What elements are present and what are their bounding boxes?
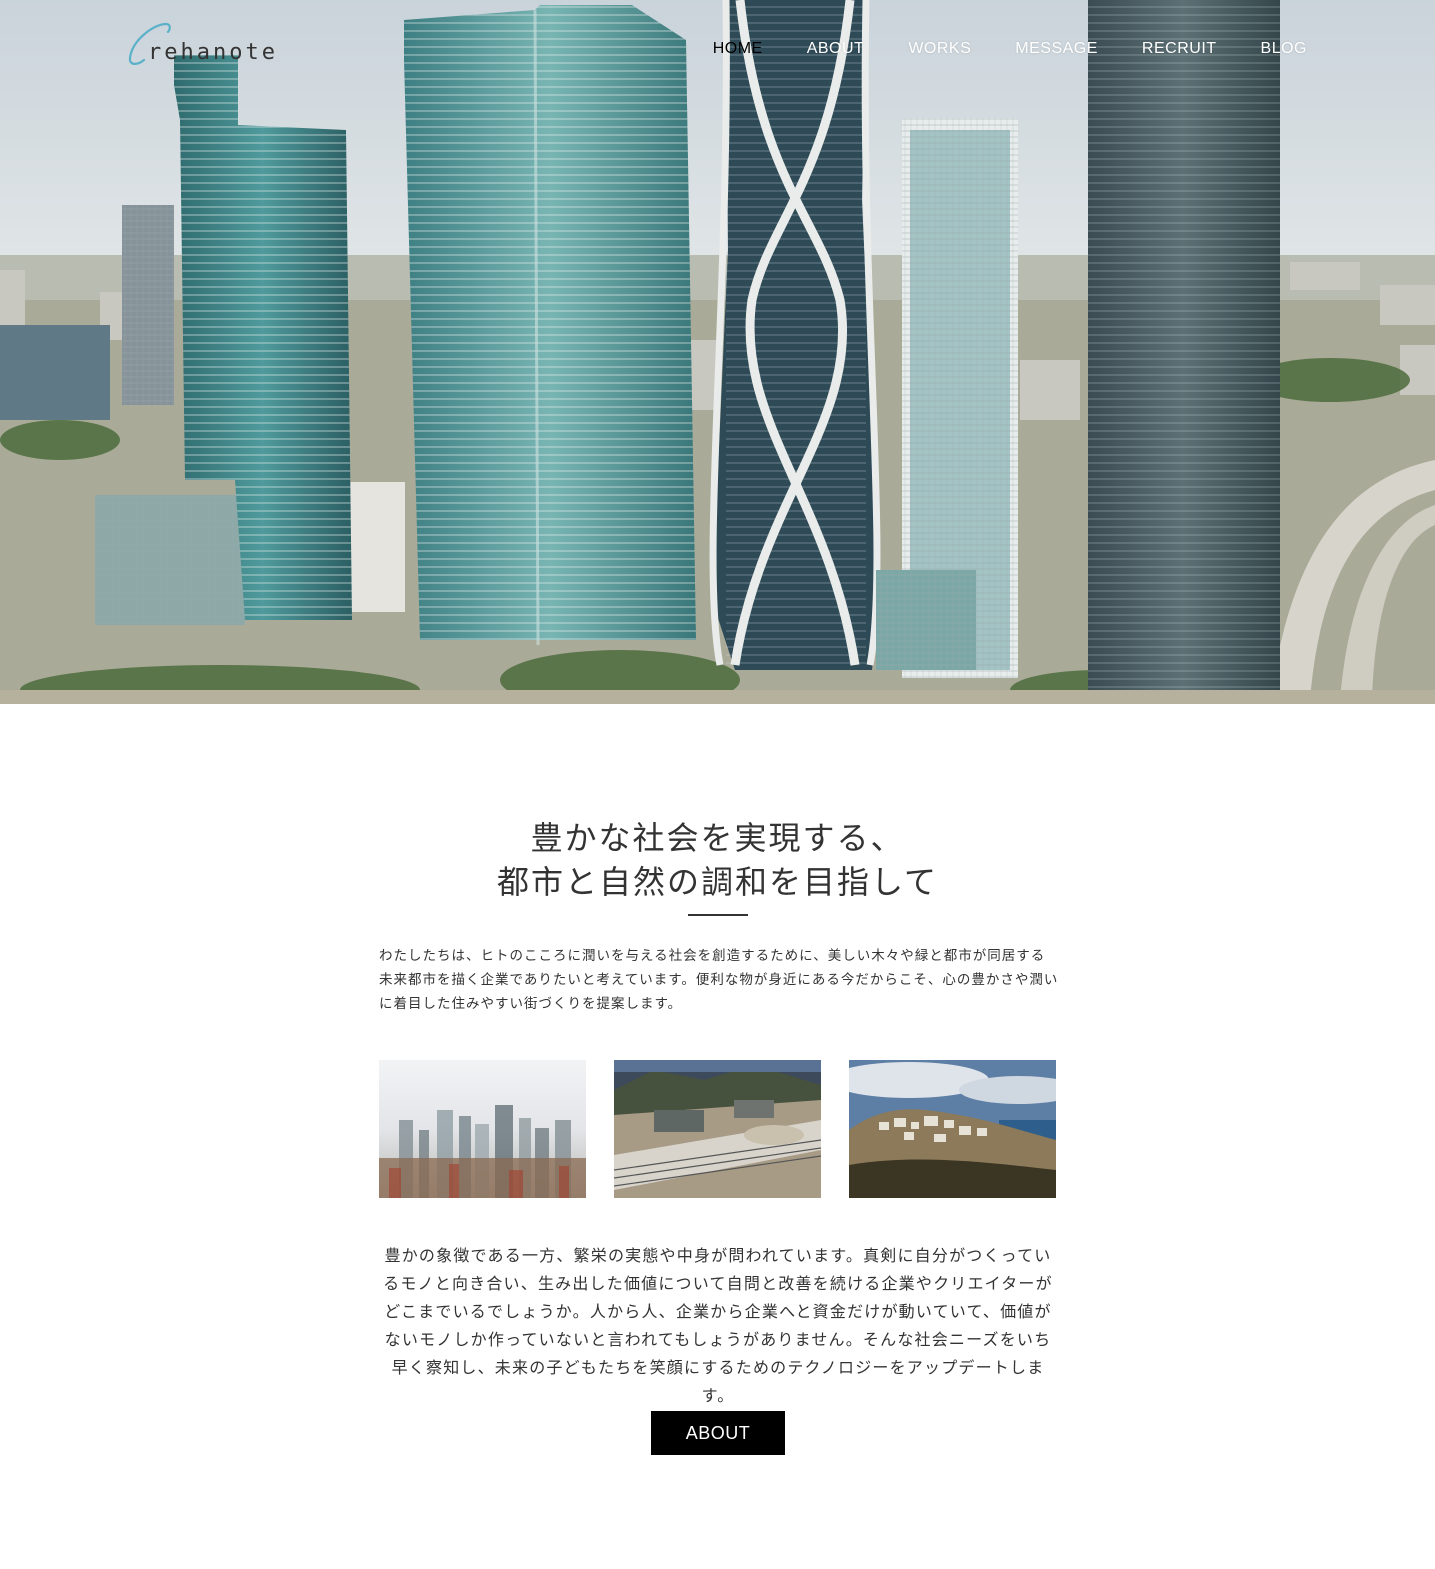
logo-text: rehanote	[148, 40, 278, 65]
gallery-photo-foggy-city	[379, 1060, 586, 1198]
main-nav: HOME ABOUT WORKS MESSAGE RECRUIT BLOG	[669, 38, 1307, 60]
logo[interactable]: rehanote	[126, 20, 275, 68]
headline-divider	[688, 914, 748, 916]
nav-recruit[interactable]: RECRUIT	[1142, 38, 1217, 60]
headline-line-1: 豊かな社会を実現する、	[530, 819, 905, 857]
intro-paragraph: わたしたちは、ヒトのこころに潤いを与える社会を創造するために、美しい木々や緑と都…	[379, 948, 1059, 1012]
hero-section: rehanote HOME ABOUT WORKS MESSAGE RECRUI…	[0, 0, 1435, 704]
nav-about[interactable]: ABOUT	[807, 38, 865, 60]
nav-home[interactable]: HOME	[713, 38, 763, 60]
nav-blog[interactable]: BLOG	[1261, 38, 1307, 60]
nav-works[interactable]: WORKS	[908, 38, 971, 60]
hero-image	[0, 0, 1435, 704]
gallery-photo-coastal-village	[849, 1060, 1056, 1198]
gallery-photo-rail-yard	[614, 1060, 821, 1198]
nav-message[interactable]: MESSAGE	[1015, 38, 1098, 60]
section-headline: 豊かな社会を実現する、 都市と自然の調和を目指して	[0, 816, 1435, 904]
body-paragraph: 豊かの象徴である一方、繁栄の実態や中身が問われています。真剣に自分がつくっている…	[383, 1246, 1053, 1405]
photo-gallery	[379, 1060, 1057, 1198]
about-button[interactable]: ABOUT	[651, 1411, 785, 1455]
headline-line-2: 都市と自然の調和を目指して	[496, 863, 939, 901]
